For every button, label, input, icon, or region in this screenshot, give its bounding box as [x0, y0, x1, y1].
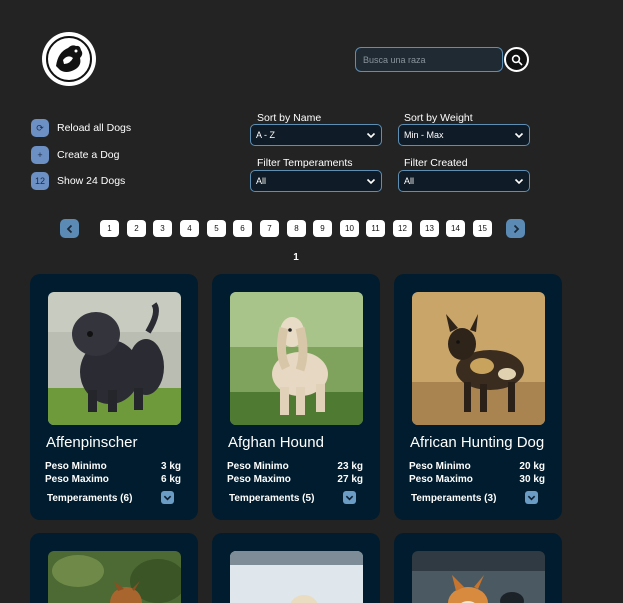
dog-name: Afghan Hound [228, 434, 324, 451]
temperaments-label: Temperaments (3) [411, 493, 497, 504]
pagination: 1 2 3 4 5 6 7 8 9 10 11 12 13 14 15 [0, 219, 623, 239]
current-page-indicator: 1 [293, 252, 299, 263]
sort-name-value: A - Z [256, 130, 276, 140]
page-button[interactable]: 4 [180, 220, 199, 237]
page-button[interactable]: 6 [233, 220, 252, 237]
sort-weight-select[interactable]: Min - Max [398, 124, 530, 146]
page-button[interactable]: 13 [420, 220, 439, 237]
sort-name-label: Sort by Name [257, 112, 322, 124]
count-badge-icon: 12 [31, 172, 49, 190]
dog-photo [48, 292, 181, 425]
weight-min-label: Peso Minimo [227, 461, 289, 472]
dog-photo [412, 292, 545, 425]
chevron-down-icon [345, 495, 354, 501]
page-button[interactable]: 9 [313, 220, 332, 237]
sort-weight-value: Min - Max [404, 130, 444, 140]
weight-min-label: Peso Minimo [45, 461, 107, 472]
create-dog-label: Create a Dog [57, 148, 120, 161]
logo[interactable] [42, 32, 96, 86]
filter-created-label: Filter Created [404, 157, 468, 169]
chevron-left-icon [66, 224, 72, 233]
weight-max-label: Peso Maximo [409, 474, 473, 485]
page-button[interactable]: 2 [127, 220, 146, 237]
expand-temperaments-button[interactable] [525, 491, 538, 504]
filter-created-select[interactable]: All [398, 170, 530, 192]
dog-logo-icon [46, 36, 92, 82]
dog-name: African Hunting Dog [410, 434, 545, 451]
chevron-down-icon [514, 178, 524, 185]
filter-temperaments-value: All [256, 176, 267, 186]
weight-max-value: 6 kg [160, 474, 181, 485]
chevron-right-icon [513, 224, 519, 233]
weight-min-value: 3 kg [160, 461, 181, 472]
dog-photo [230, 292, 363, 425]
dog-card[interactable]: African Hunting Dog Peso Minimo 20 kg Pe… [394, 274, 562, 520]
page-button[interactable]: 3 [153, 220, 172, 237]
plus-icon: + [31, 145, 49, 164]
chevron-down-icon [163, 495, 172, 501]
chevron-down-icon [527, 495, 536, 501]
weight-max-value: 27 kg [337, 474, 363, 485]
sort-name-select[interactable]: A - Z [250, 124, 382, 146]
weight-max-label: Peso Maximo [227, 474, 291, 485]
page-button[interactable]: 11 [366, 220, 385, 237]
chevron-down-icon [514, 132, 524, 139]
chevron-down-icon [366, 178, 376, 185]
search-button[interactable] [504, 47, 529, 72]
weight-min-label: Peso Minimo [409, 461, 471, 472]
reload-icon: ⟳ [31, 119, 49, 137]
create-dog-button[interactable]: + Create a Dog [31, 145, 131, 164]
page-button[interactable]: 15 [473, 220, 492, 237]
page-button[interactable]: 7 [260, 220, 279, 237]
action-list: ⟳ Reload all Dogs + Create a Dog 12 Show… [31, 119, 131, 199]
dog-card[interactable]: Affenpinscher Peso Minimo 3 kg Peso Maxi… [30, 274, 198, 520]
reload-dogs-button[interactable]: ⟳ Reload all Dogs [31, 119, 131, 137]
page-button[interactable]: 5 [207, 220, 226, 237]
chevron-down-icon [366, 132, 376, 139]
temperaments-label: Temperaments (6) [47, 493, 133, 504]
show-dogs-button[interactable]: 12 Show 24 Dogs [31, 172, 131, 190]
dog-card[interactable] [394, 533, 562, 603]
show-dogs-label: Show 24 Dogs [57, 175, 126, 187]
weight-min-value: 23 kg [337, 461, 363, 472]
search-input[interactable] [355, 47, 503, 72]
dog-photo [48, 551, 181, 603]
page-button[interactable]: 12 [393, 220, 412, 237]
filter-temperaments-label: Filter Temperaments [257, 157, 353, 169]
weight-min-value: 20 kg [519, 461, 545, 472]
expand-temperaments-button[interactable] [343, 491, 356, 504]
page-button[interactable]: 8 [287, 220, 306, 237]
dog-card[interactable]: Afghan Hound Peso Minimo 23 kg Peso Maxi… [212, 274, 380, 520]
page-button[interactable]: 10 [340, 220, 359, 237]
filter-temperaments-select[interactable]: All [250, 170, 382, 192]
weight-max-label: Peso Maximo [45, 474, 109, 485]
search-icon [511, 54, 522, 65]
dog-photo [230, 551, 363, 603]
dog-photo [412, 551, 545, 603]
page-button[interactable]: 14 [446, 220, 465, 237]
dog-card[interactable] [30, 533, 198, 603]
page-button[interactable]: 1 [100, 220, 119, 237]
sort-weight-label: Sort by Weight [404, 112, 473, 124]
reload-dogs-label: Reload all Dogs [57, 122, 132, 134]
weight-max-value: 30 kg [519, 474, 545, 485]
next-page-button[interactable] [506, 219, 525, 238]
prev-page-button[interactable] [60, 219, 79, 238]
filter-created-value: All [404, 176, 415, 186]
expand-temperaments-button[interactable] [161, 491, 174, 504]
dog-card[interactable] [212, 533, 380, 603]
temperaments-label: Temperaments (5) [229, 493, 315, 504]
dog-name: Affenpinscher [46, 434, 138, 451]
